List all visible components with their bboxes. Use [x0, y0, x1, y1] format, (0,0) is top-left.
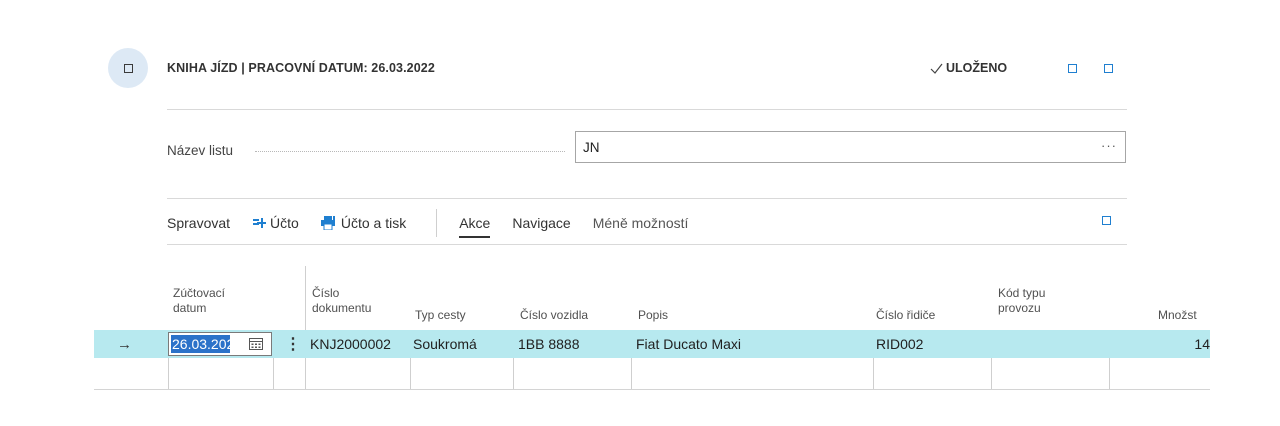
post-and-print-button[interactable]: Účto a tisk [320, 215, 407, 231]
column-header-document-no[interactable]: Číslo dokumentu [312, 286, 402, 316]
batch-name-input[interactable]: JN ··· [575, 131, 1126, 163]
saved-label: ULOŽENO [946, 61, 1008, 75]
cell-divider [305, 358, 306, 389]
cell-divider [273, 358, 274, 389]
cell-divider [991, 358, 992, 389]
batch-name-label: Název listu [167, 143, 234, 158]
divider [167, 109, 1127, 110]
calendar-icon[interactable] [249, 338, 263, 350]
post-button[interactable]: Účto [252, 215, 299, 231]
cell-divider [1109, 358, 1110, 389]
divider [167, 198, 1127, 199]
cell-divider [873, 358, 874, 389]
post-print-label: Účto a tisk [340, 215, 407, 231]
field-leader-dots [255, 151, 565, 152]
post-print-icon [320, 216, 335, 230]
table-row[interactable] [94, 358, 1210, 390]
checkmark-icon [930, 63, 943, 74]
row-actions-button[interactable]: ⋮ [285, 330, 301, 358]
open-new-window-icon[interactable] [1068, 64, 1077, 73]
column-header-driver-no[interactable]: Číslo řidiče [876, 308, 935, 323]
page-title: KNIHA JÍZD | PRACOVNÍ DATUM: 26.03.2022 [167, 61, 435, 75]
posting-date-value: 26.03.2022 [171, 335, 230, 353]
divider [167, 244, 1127, 245]
saved-status: ULOŽENO [930, 61, 1007, 75]
batch-name-value: JN [583, 139, 600, 155]
post-icon [253, 218, 267, 228]
tab-navigation[interactable]: Navigace [512, 215, 570, 231]
row-indicator-icon: → [117, 335, 132, 353]
column-header-vehicle-no[interactable]: Číslo vozidla [520, 308, 588, 323]
column-header-operation-code[interactable]: Kód typu provozu [998, 286, 1098, 316]
cell-divider [410, 358, 411, 389]
cell-divider [513, 358, 514, 389]
quantity-cell[interactable]: 14 [1191, 330, 1210, 358]
document-no-cell[interactable]: KNJ2000002 [310, 330, 391, 358]
action-bar: Spravovat Účto Účto a tisk Akce Navigace… [167, 208, 710, 238]
cell-divider [631, 358, 632, 389]
page-menu-button[interactable] [108, 48, 148, 88]
fewer-options-button[interactable]: Méně možností [593, 215, 689, 231]
column-header-trip-type[interactable]: Typ cesty [415, 308, 466, 323]
vehicle-no-cell[interactable]: 1BB 8888 [518, 330, 580, 358]
column-header-posting-date[interactable]: Zúčtovací datum [173, 286, 253, 316]
column-header-quantity[interactable]: Množst [1158, 308, 1210, 323]
cell-divider [168, 358, 169, 389]
toolbar-separator [436, 209, 438, 237]
post-label: Účto [270, 215, 299, 231]
driver-no-cell[interactable]: RID002 [876, 330, 923, 358]
lookup-more-button[interactable]: ··· [1101, 138, 1117, 153]
square-icon [123, 63, 133, 73]
trip-type-cell[interactable]: Soukromá [413, 330, 477, 358]
manage-menu-button[interactable]: Spravovat [167, 215, 230, 231]
collapse-icon[interactable] [1104, 64, 1113, 73]
posting-date-input[interactable]: 26.03.2022 [168, 332, 272, 356]
personalize-icon[interactable] [1102, 216, 1111, 225]
tab-actions[interactable]: Akce [459, 215, 491, 238]
column-header-description[interactable]: Popis [638, 308, 668, 323]
table-row[interactable]: → 26.03.2022 ⋮ KNJ2000002 Soukromá 1BB 8… [94, 330, 1210, 358]
description-cell[interactable]: Fiat Ducato Maxi [636, 330, 741, 358]
